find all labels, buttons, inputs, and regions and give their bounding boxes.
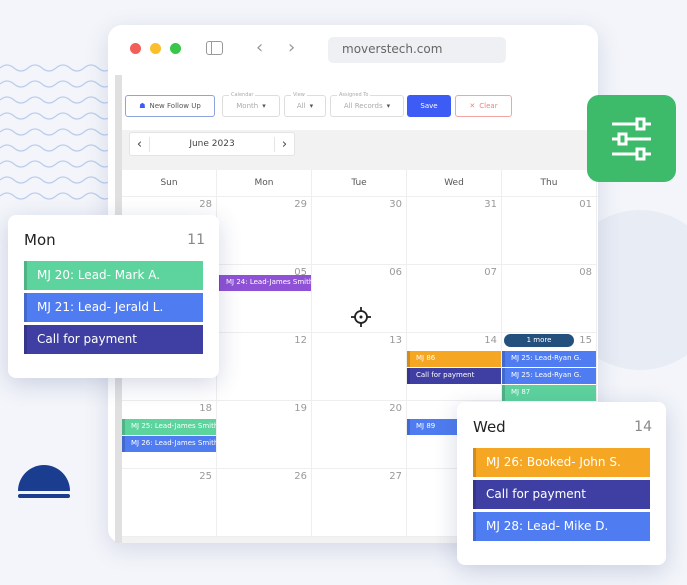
decorative-bar bbox=[18, 494, 70, 498]
card-day: Mon bbox=[24, 231, 56, 249]
day-number: 18 bbox=[199, 403, 212, 414]
more-events-badge[interactable]: 1 more bbox=[504, 334, 574, 347]
day-cell[interactable]: 15 MJ 25: Lead-Ryan G. MJ 25: Lead-Ryan G.… bbox=[502, 333, 597, 401]
day-cell[interactable]: 13 bbox=[312, 333, 407, 401]
close-dot[interactable] bbox=[130, 43, 141, 54]
day-cell[interactable]: 26 bbox=[217, 469, 312, 537]
sidebar-icon[interactable] bbox=[206, 41, 223, 55]
filter-button[interactable] bbox=[587, 95, 676, 182]
weekday-header: Mon bbox=[217, 170, 312, 197]
follow-up-icon: ☗ bbox=[139, 102, 146, 110]
event-item[interactable]: MJ 21: Lead- Jerald L. bbox=[24, 293, 203, 322]
event-item[interactable]: MJ 20: Lead- Mark A. bbox=[24, 261, 203, 290]
minimize-dot[interactable] bbox=[150, 43, 161, 54]
assigned-to-select[interactable]: Assigned To All Records ▾ bbox=[330, 92, 404, 117]
mon-day-card: Mon 11 MJ 20: Lead- Mark A. MJ 21: Lead-… bbox=[8, 215, 219, 378]
day-number: 06 bbox=[389, 267, 402, 278]
x-icon: ✕ bbox=[469, 102, 476, 110]
day-cell[interactable]: 08 bbox=[502, 265, 597, 333]
day-cell[interactable]: 12 bbox=[217, 333, 312, 401]
weekday-header: Tue bbox=[312, 170, 407, 197]
calendar-event[interactable]: MJ 86 bbox=[407, 351, 501, 367]
day-number: 01 bbox=[579, 199, 592, 210]
event-item[interactable]: MJ 28: Lead- Mike D. bbox=[473, 512, 650, 541]
day-number: 28 bbox=[199, 199, 212, 210]
new-follow-up-button[interactable]: ☗ New Follow Up bbox=[125, 95, 215, 117]
day-cell[interactable]: 25 bbox=[122, 469, 217, 537]
calendar-select[interactable]: Calendar Month ▾ bbox=[222, 92, 280, 117]
weekday-header: Wed bbox=[407, 170, 502, 197]
calendar-event[interactable]: MJ 25: Lead-James Smith bbox=[122, 419, 216, 435]
day-cell[interactable]: 05 MJ 24: Lead-James Smith bbox=[217, 265, 312, 333]
day-number: 07 bbox=[484, 267, 497, 278]
next-month-button[interactable]: › bbox=[274, 136, 294, 152]
day-cell[interactable]: 20 bbox=[312, 401, 407, 469]
day-number: 12 bbox=[294, 335, 307, 346]
calendar-event[interactable]: MJ 87 bbox=[502, 385, 596, 401]
card-date: 14 bbox=[634, 419, 652, 435]
view-select[interactable]: View All ▾ bbox=[284, 92, 326, 117]
calendar-event[interactable]: MJ 24: Lead-James Smith bbox=[217, 275, 311, 291]
calendar-event[interactable]: MJ 25: Lead-Ryan G. bbox=[502, 368, 596, 384]
day-cell[interactable]: 07 bbox=[407, 265, 502, 333]
day-cell[interactable]: 29 bbox=[217, 197, 312, 265]
maximize-dot[interactable] bbox=[170, 43, 181, 54]
day-cell[interactable]: 18 MJ 25: Lead-James Smith MJ 26: Lead-Jam… bbox=[122, 401, 217, 469]
day-number: 31 bbox=[484, 199, 497, 210]
day-cell[interactable]: 30 bbox=[312, 197, 407, 265]
weekday-header: Sun bbox=[122, 170, 217, 197]
day-number: 30 bbox=[389, 199, 402, 210]
crosshair-cursor-icon bbox=[351, 307, 371, 327]
month-nav: ‹ June 2023 › bbox=[129, 132, 295, 156]
day-number: 27 bbox=[389, 471, 402, 482]
clear-button[interactable]: ✕ Clear bbox=[455, 95, 512, 117]
back-icon[interactable]: ‹ bbox=[256, 37, 263, 58]
weekday-header: Thu bbox=[502, 170, 597, 197]
day-cell[interactable]: 19 bbox=[217, 401, 312, 469]
day-cell[interactable]: 14 MJ 86 Call for payment bbox=[407, 333, 502, 401]
chevron-down-icon: ▾ bbox=[309, 102, 314, 110]
day-cell[interactable]: 31 bbox=[407, 197, 502, 265]
day-number: 25 bbox=[199, 471, 212, 482]
decorative-half-circle bbox=[18, 465, 70, 491]
calendar-event[interactable]: MJ 26: Lead-James Smith bbox=[122, 436, 216, 452]
chevron-down-icon: ▾ bbox=[262, 102, 266, 110]
month-label: June 2023 bbox=[189, 139, 235, 149]
day-number: 19 bbox=[294, 403, 307, 414]
save-button[interactable]: Save bbox=[407, 95, 451, 117]
day-number: 29 bbox=[294, 199, 307, 210]
forward-icon[interactable]: › bbox=[288, 37, 295, 58]
url-bar[interactable]: moverstech.com bbox=[328, 37, 506, 63]
event-item[interactable]: MJ 26: Booked- John S. bbox=[473, 448, 650, 477]
day-cell[interactable]: 01 bbox=[502, 197, 597, 265]
day-number: 26 bbox=[294, 471, 307, 482]
day-number: 13 bbox=[389, 335, 402, 346]
event-item[interactable]: Call for payment bbox=[24, 325, 203, 354]
day-number: 08 bbox=[579, 267, 592, 278]
prev-month-button[interactable]: ‹ bbox=[130, 136, 150, 152]
wed-day-card: Wed 14 MJ 26: Booked- John S. Call for p… bbox=[457, 402, 666, 565]
day-number: 14 bbox=[484, 335, 497, 346]
card-date: 11 bbox=[187, 232, 205, 248]
day-number: 15 bbox=[579, 335, 592, 346]
calendar-event[interactable]: Call for payment bbox=[407, 368, 501, 384]
card-day: Wed bbox=[473, 418, 506, 436]
event-item[interactable]: Call for payment bbox=[473, 480, 650, 509]
sliders-icon bbox=[612, 117, 651, 161]
day-number: 20 bbox=[389, 403, 402, 414]
day-cell[interactable]: 27 bbox=[312, 469, 407, 537]
calendar-event[interactable]: MJ 25: Lead-Ryan G. bbox=[502, 351, 596, 367]
decorative-waves bbox=[0, 64, 110, 200]
chevron-down-icon: ▾ bbox=[386, 102, 391, 110]
